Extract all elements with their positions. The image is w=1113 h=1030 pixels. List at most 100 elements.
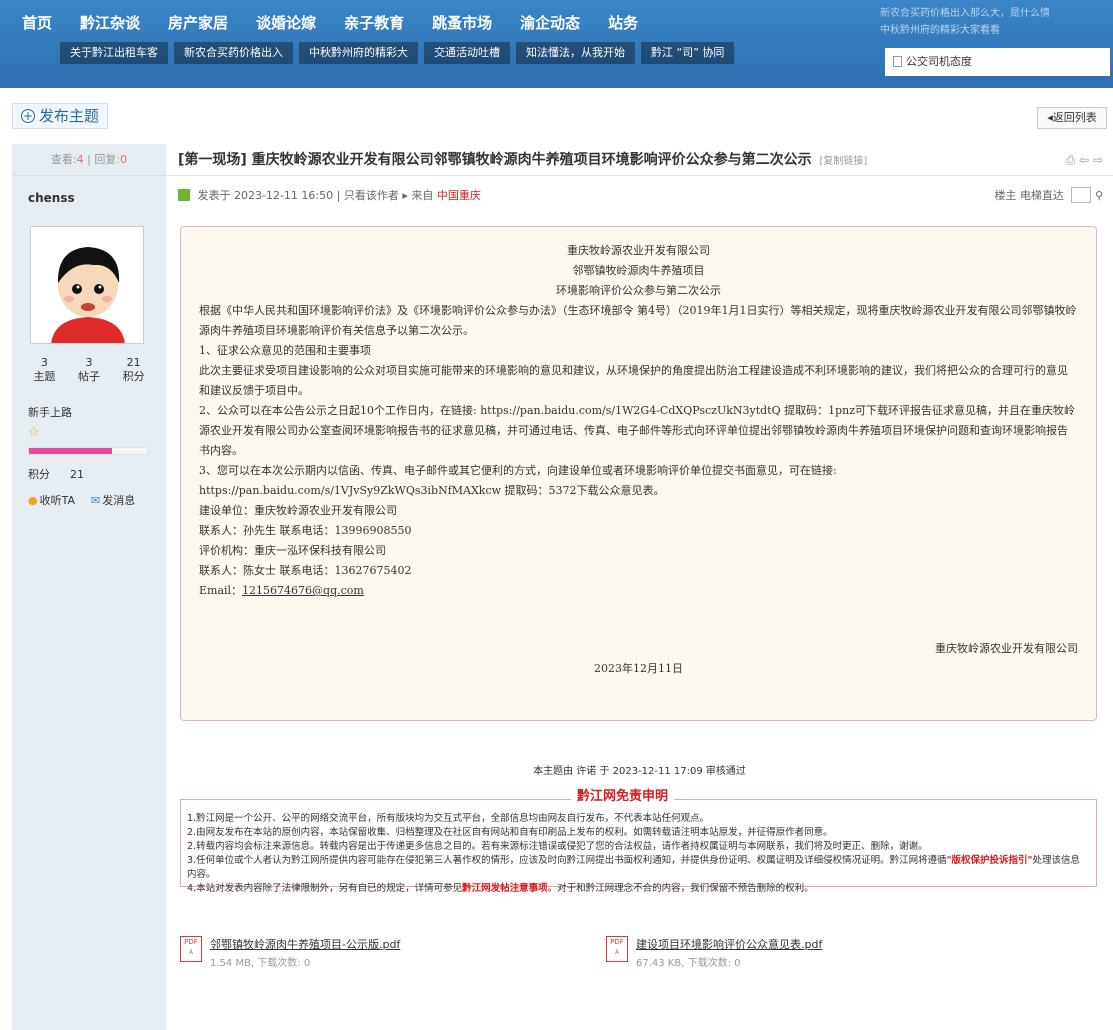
topic-count[interactable]: 3 主题	[33, 356, 55, 384]
doc-card[interactable]: 公交司机态度	[885, 48, 1110, 76]
jump-label: 电梯直达	[1019, 189, 1064, 202]
top-banner: 首页 黔江杂谈 房产家居 谈婚论嫁 亲子教育 跳蚤市场 渝企动态 站务 关于黔江…	[0, 0, 1113, 88]
nav-site-affairs[interactable]: 站务	[608, 12, 638, 33]
nav-enterprise[interactable]: 渝企动态	[520, 12, 580, 33]
posting-rules-link[interactable]: 黔江网发帖注意事项	[462, 883, 548, 894]
disclaimer-line: 2.由网友发布在本站的原创内容，本站保留收集、归档整理及在社区自有网站和自有印刷…	[187, 827, 833, 838]
wrench-icon[interactable]: ⚲	[1095, 189, 1103, 202]
top-right-link[interactable]: 新农合买药价格出入那么大，是什么情	[880, 6, 1105, 21]
follow-button[interactable]: ● 收听TA	[28, 492, 83, 508]
from-location[interactable]: 中国重庆	[437, 189, 481, 202]
content-paragraph: 1、征求公众意见的范围和主要事项	[199, 344, 371, 357]
attachment-size: 67.43 KB, 下载次数: 0	[636, 958, 741, 969]
attachment-body: 邻鄂镇牧岭源肉牛养殖项目-公示版.pdf 1.54 MB, 下载次数: 0	[210, 936, 400, 969]
content-heading: 环境影响评价公众参与第二次公示	[556, 284, 721, 297]
nav-flea-market[interactable]: 跳蚤市场	[432, 12, 492, 33]
content-heading: 重庆牧岭源农业开发有限公司	[567, 244, 710, 257]
prev-thread-icon[interactable]: ⇦	[1079, 153, 1089, 167]
attachment-link[interactable]: 邻鄂镇牧岭源肉牛养殖项目-公示版.pdf	[210, 936, 400, 952]
message-label: 发消息	[102, 494, 136, 507]
author-name[interactable]: chenss	[12, 176, 166, 205]
replies-label: 回复:	[94, 153, 121, 166]
news-item[interactable]: 新农合买药价格出入	[174, 42, 293, 64]
avatar[interactable]	[30, 226, 144, 344]
disclaimer-line: 3.任何单位或个人者认为黔江网所提供内容可能存在侵犯第三人著作权的情形，应该及时…	[187, 854, 1088, 882]
post-meta: 发表于 2023-12-11 16:50 | 只看该作者 ▸ 来自 中国重庆 楼…	[178, 186, 1103, 206]
star-icon: ☆	[28, 425, 40, 440]
attachment-size: 1.54 MB, 下载次数: 0	[210, 958, 311, 969]
disclaimer-box: 黔江网免责申明 1.黔江网是一个公开、公平的网络交流平台，所有版块均为交互式平台…	[180, 790, 1097, 894]
next-thread-icon[interactable]: ⇨	[1093, 153, 1103, 167]
user-rank: 新手上路	[28, 406, 72, 419]
attachment: PDF ⅄ 邻鄂镇牧岭源肉牛养殖项目-公示版.pdf 1.54 MB, 下载次数:…	[180, 936, 400, 969]
doc-card-label: 公交司机态度	[906, 55, 972, 68]
floor-jump-input[interactable]	[1071, 187, 1092, 203]
disclaimer-line: 2.转载内容均会标注来源信息。转载内容是出于传递更多信息之目的。若有来源标注错误…	[187, 841, 928, 852]
back-to-list-button[interactable]: ◂返回列表	[1037, 107, 1107, 129]
author-counts: 3 主题 3 帖子 21 积分	[22, 356, 156, 384]
nav-marriage[interactable]: 谈婚论嫁	[256, 12, 316, 33]
news-strip: 关于黔江出租车客 新农合买药价格出入 中秋黔州府的精彩大 交通活动吐槽 知法懂法…	[60, 42, 740, 64]
post-status-icon	[178, 189, 190, 201]
news-item[interactable]: 交通活动吐槽	[424, 42, 510, 64]
credit-count[interactable]: 21 积分	[123, 356, 145, 384]
arrow-icon: ▸	[402, 189, 412, 202]
credit-progress-fill	[29, 448, 112, 454]
nav-housing[interactable]: 房产家居	[168, 12, 228, 33]
attachment: PDF ⅄ 建设项目环境影响评价公众意见表.pdf 67.43 KB, 下载次数:…	[606, 936, 822, 969]
message-button[interactable]: ✉ 发消息	[91, 492, 143, 508]
news-item[interactable]: 黔江 “司” 协同	[641, 42, 735, 64]
credit-label: 积分	[28, 468, 50, 481]
nav-qianjiang-talk[interactable]: 黔江杂谈	[80, 12, 140, 33]
topic-count-value: 3	[40, 356, 48, 369]
news-item[interactable]: 知法懂法，从我开始	[516, 42, 635, 64]
news-item[interactable]: 关于黔江出租车客	[60, 42, 168, 64]
replies-count: 0	[120, 153, 128, 166]
content-paragraph: 建设单位：重庆牧岭源农业开发有限公司	[199, 504, 397, 517]
thread-title-bar: [第一现场] 重庆牧岭源农业开发有限公司邻鄂镇牧岭源肉牛养殖项目环境影响评价公众…	[166, 144, 1113, 176]
floor-tools: 楼主 电梯直达 ⚲	[994, 186, 1103, 206]
content-paragraph: 联系人：陈女士 联系电话：13627675402	[199, 564, 412, 577]
pdf-icon: PDF ⅄	[606, 936, 628, 962]
divider: |	[336, 189, 344, 202]
credit-progress-bar	[28, 447, 148, 455]
content-heading: 邻鄂镇牧岭源肉牛养殖项目	[572, 264, 705, 277]
thread-stats: 查看:4 | 回复:0	[12, 144, 166, 176]
follow-icon: ●	[28, 494, 38, 507]
attachment-link[interactable]: 建设项目环境影响评价公众意见表.pdf	[636, 936, 822, 952]
topic-count-label: 主题	[33, 370, 56, 383]
content-paragraph: 联系人：孙先生 联系电话：13996908550	[199, 524, 412, 537]
post-count[interactable]: 3 帖子	[78, 356, 100, 384]
credit-line: 积分 21	[28, 466, 84, 482]
top-right-link[interactable]: 中秋黔州府的精彩大家看看	[880, 23, 1105, 38]
top-right-links: 新农合买药价格出入那么大，是什么情 中秋黔州府的精彩大家看看	[880, 6, 1105, 40]
only-author-link[interactable]: 只看该作者	[344, 189, 399, 202]
attachment-body: 建设项目环境影响评价公众意见表.pdf 67.43 KB, 下载次数: 0	[636, 936, 822, 969]
content-paragraph: 此次主要征求受项目建设影响的公众对项目实施可能带来的环境影响的意见和建议，从环境…	[199, 364, 1068, 397]
audit-note: 本主题由 许诺 于 2023-12-11 17:09 审核通过	[533, 766, 746, 777]
content-paragraph: 2、公众可以在本公告公示之日起10个工作日内，在链接: https://pan.…	[199, 404, 1076, 457]
title-actions: ⎙ ⇦ ⇨	[1066, 144, 1103, 176]
avatar-image	[31, 227, 143, 343]
from-label: 来自	[411, 189, 434, 202]
credit-count-label: 积分	[122, 370, 145, 383]
author-sidebar: 查看:4 | 回复:0 chenss 3 主题 3 帖子 21 积分 新手上路 ☆ 积…	[12, 144, 166, 1030]
post-topic-button[interactable]: + 发布主题	[12, 103, 109, 129]
credit-value: 21	[70, 468, 84, 481]
news-item[interactable]: 中秋黔州府的精彩大	[299, 42, 418, 64]
copyright-guide-link[interactable]: "版权保护投诉指引"	[947, 855, 1033, 866]
disclaimer-text: 3.任何单位或个人者认为黔江网所提供内容可能存在侵犯第三人著作权的情形，应该及时…	[187, 855, 947, 866]
back-to-list-label: 返回列表	[1052, 111, 1097, 124]
copy-link-button[interactable]: [复制链接]	[820, 156, 868, 167]
post-count-value: 3	[85, 356, 93, 369]
author-actions: ● 收听TA ✉ 发消息	[28, 492, 151, 508]
email-line: Email：1215674676@qq.com	[199, 581, 1078, 601]
print-icon[interactable]: ⎙	[1066, 153, 1076, 167]
email-link[interactable]: 1215674676@qq.com	[242, 584, 364, 597]
post-count-label: 帖子	[77, 370, 100, 383]
disclaimer-text: 4.本站对发表内容除了法律限制外，另有自已的规定，详情可参见	[187, 883, 463, 894]
thread-title: [第一现场] 重庆牧岭源农业开发有限公司邻鄂镇牧岭源肉牛养殖项目环境影响评价公众…	[178, 152, 812, 168]
disclaimer-line: 1.黔江网是一个公开、公平的网络交流平台，所有版块均为交互式平台，全部信息均由网…	[187, 813, 710, 824]
nav-parenting[interactable]: 亲子教育	[344, 12, 404, 33]
nav-home[interactable]: 首页	[22, 12, 52, 33]
